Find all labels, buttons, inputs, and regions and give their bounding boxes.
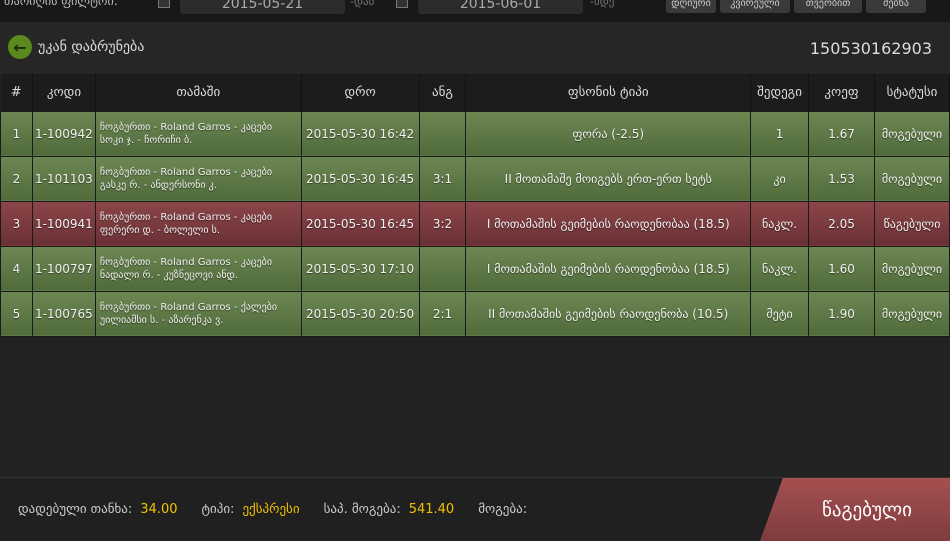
date-filter-bar: თარიღის ფილტრი: 2015-05-21 -დან 2015-06-… <box>0 0 950 22</box>
col-header-number: # <box>0 74 33 111</box>
bet-type: II მოთამაშის გეიმების რაოდენობა (10.5) <box>465 290 752 337</box>
game-cell: ჩოგბურთი - Roland Garros - კაცები ნადალი … <box>94 245 302 292</box>
to-suffix: -მდე <box>590 0 615 8</box>
filter-button-search[interactable]: ძებნა <box>866 0 926 13</box>
ticket-header: ← უკან დაბრუნება 150530162903 <box>0 22 950 74</box>
game-players: უილიამსი ს. - აზარენკა ვ. <box>99 314 224 326</box>
game-players: გასკე რ. - ანდერსონი კ. <box>99 179 217 191</box>
potential-win-value: 541.40 <box>408 502 455 517</box>
game-time: 2015-05-30 16:45 <box>300 200 420 247</box>
table-row: 2 1-101103 ჩოგბურთი - Roland Garros - კაცე… <box>0 155 950 202</box>
game-time: 2015-05-30 20:50 <box>300 290 420 337</box>
game-league: ჩოგბურთი - Roland Garros - კაცები <box>99 256 273 268</box>
col-header-bet-type: ფსონის ტიპი <box>465 74 752 111</box>
col-header-time: დრო <box>301 74 420 111</box>
date-from-input[interactable]: 2015-05-21 <box>180 0 345 14</box>
row-number: 3 <box>0 200 33 247</box>
status: მოგებული <box>873 110 950 157</box>
game-players: ფერერი დ. - ბოლელი ს. <box>99 224 221 236</box>
calendar-icon[interactable] <box>158 0 170 8</box>
status: მოგებული <box>873 245 950 292</box>
bet-code: 1-100941 <box>31 200 96 247</box>
col-header-result: შედეგი <box>750 74 810 111</box>
table-row: 1 1-100942 ჩოგბურთი - Roland Garros - კაცე… <box>0 110 950 157</box>
ticket-summary: დადებული თანხა: 34.00 ტიპი: ექსპრესი საპ… <box>0 477 950 541</box>
col-header-game: თამაში <box>95 74 302 111</box>
stake-value: 34.00 <box>140 502 178 517</box>
bet-type: I მოთამაშის გეიმების რაოდენობაა (18.5) <box>465 245 752 292</box>
type-label: ტიპი: <box>201 502 235 517</box>
calendar-icon[interactable] <box>396 0 408 8</box>
col-header-status: სტატუსი <box>874 74 950 111</box>
back-button[interactable]: ← უკან დაბრუნება <box>8 35 144 59</box>
game-league: ჩოგბურთი - Roland Garros - კაცები <box>99 211 273 223</box>
status: მოგებული <box>873 155 950 202</box>
ticket-id: 150530162903 <box>809 39 932 58</box>
game-players: სოკი ჯ. - ჩორიჩი ბ. <box>99 134 193 146</box>
table-row: 4 1-100797 ჩოგბურთი - Roland Garros - კაცე… <box>0 245 950 292</box>
result: ნაკლ. <box>750 245 810 292</box>
score <box>418 245 467 292</box>
bet-code: 1-101103 <box>31 155 96 202</box>
odds: 1.90 <box>808 290 875 337</box>
game-league: ჩოგბურთი - Roland Garros - კაცები <box>99 166 273 178</box>
game-league: ჩოგბურთი - Roland Garros - ქალები <box>99 301 277 313</box>
result: ნაკლ. <box>750 200 810 247</box>
stake-label: დადებული თანხა: <box>18 502 133 517</box>
col-header-score: ანგ <box>419 74 467 111</box>
score: 3:2 <box>418 200 467 247</box>
filter-label: თარიღის ფილტრი: <box>4 0 118 8</box>
bet-type: I მოთამაშის გეიმების რაოდენობაა (18.5) <box>465 200 752 247</box>
filter-button-month[interactable]: თვეობით <box>794 0 862 13</box>
bet-code: 1-100942 <box>31 110 96 157</box>
odds: 1.60 <box>808 245 875 292</box>
game-time: 2015-05-30 17:10 <box>300 245 420 292</box>
date-to-input[interactable]: 2015-06-01 <box>418 0 583 14</box>
score: 2:1 <box>418 290 467 337</box>
filter-button-day[interactable]: დღიური <box>666 0 716 13</box>
status: მოგებული <box>873 290 950 337</box>
result: მეტი <box>750 290 810 337</box>
ticket-status-badge: წაგებული <box>760 478 950 541</box>
row-number: 2 <box>0 155 33 202</box>
game-cell: ჩოგბურთი - Roland Garros - კაცები სოკი ჯ.… <box>94 110 302 157</box>
odds: 2.05 <box>808 200 875 247</box>
col-header-odds: კოეფ <box>808 74 875 111</box>
potential-win-label: საპ. მოგება: <box>323 502 401 517</box>
score: 3:1 <box>418 155 467 202</box>
bets-table: # კოდი თამაში დრო ანგ ფსონის ტიპი შედეგი… <box>0 74 950 337</box>
arrow-left-icon: ← <box>8 35 32 59</box>
row-number: 4 <box>0 245 33 292</box>
col-header-code: კოდი <box>32 74 96 111</box>
game-cell: ჩოგბურთი - Roland Garros - ქალები უილიამს… <box>94 290 302 337</box>
win-label: მოგება: <box>478 502 528 517</box>
table-row: 5 1-100765 ჩოგბურთი - Roland Garros - ქალე… <box>0 290 950 337</box>
game-league: ჩოგბურთი - Roland Garros - კაცები <box>99 121 273 133</box>
game-cell: ჩოგბურთი - Roland Garros - კაცები ფერერი … <box>94 200 302 247</box>
game-time: 2015-05-30 16:42 <box>300 110 420 157</box>
game-players: ნადალი რ. - კუზნეცოვი ანდ. <box>99 269 238 281</box>
bet-type: II მოთამაშე მოიგებს ერთ-ერთ სეტს <box>465 155 752 202</box>
from-suffix: -დან <box>350 0 375 8</box>
filter-button-week[interactable]: კვირეული <box>720 0 790 13</box>
row-number: 5 <box>0 290 33 337</box>
table-row: 3 1-100941 ჩოგბურთი - Roland Garros - კაცე… <box>0 200 950 247</box>
back-label: უკან დაბრუნება <box>38 39 145 55</box>
row-number: 1 <box>0 110 33 157</box>
bet-type: ფორა (-2.5) <box>465 110 752 157</box>
result: 1 <box>750 110 810 157</box>
result: კი <box>750 155 810 202</box>
type-value: ექსპრესი <box>242 502 300 517</box>
game-cell: ჩოგბურთი - Roland Garros - კაცები გასკე რ… <box>94 155 302 202</box>
score <box>418 110 467 157</box>
bet-code: 1-100797 <box>31 245 96 292</box>
game-time: 2015-05-30 16:45 <box>300 155 420 202</box>
bet-code: 1-100765 <box>31 290 96 337</box>
odds: 1.67 <box>808 110 875 157</box>
status: წაგებული <box>873 200 950 247</box>
odds: 1.53 <box>808 155 875 202</box>
